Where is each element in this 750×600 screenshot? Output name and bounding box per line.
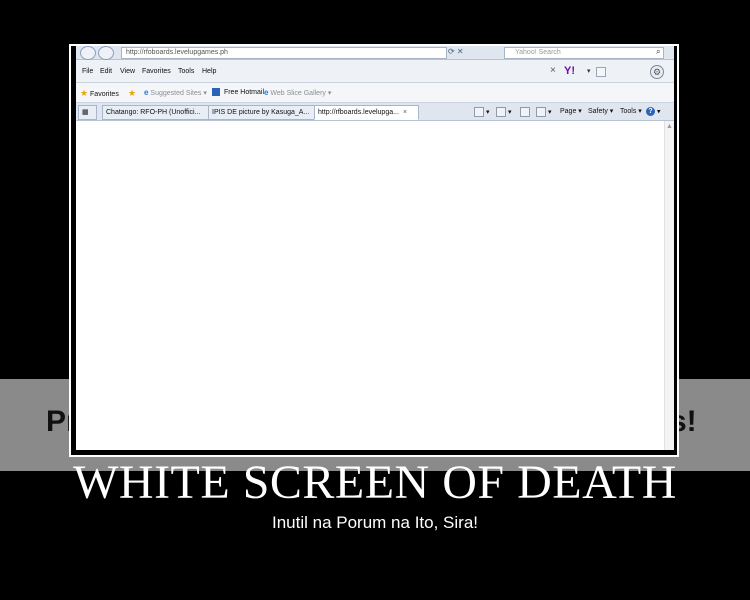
forward-button[interactable] bbox=[98, 46, 114, 60]
tab-ipis[interactable]: IPIS DE picture by Kasuga_A... bbox=[208, 105, 315, 120]
chevron-down-icon[interactable]: ▾ bbox=[587, 67, 591, 75]
menu-file[interactable]: File bbox=[82, 68, 93, 75]
menu-bar: File Edit View Favorites Tools Help × Y!… bbox=[76, 60, 674, 83]
back-button[interactable] bbox=[80, 46, 96, 60]
scroll-up-icon[interactable]: ▲ bbox=[666, 123, 673, 130]
address-bar-row: http://rfoboards.levelupgames.ph ⟳ ✕ Yah… bbox=[76, 46, 674, 60]
search-icon[interactable]: ⌕ bbox=[656, 47, 660, 57]
favorites-bar: ★ Favorites ★ e Suggested Sites ▾ Free H… bbox=[76, 83, 674, 103]
menu-tools[interactable]: Tools bbox=[178, 68, 194, 75]
vertical-scrollbar[interactable]: ▲ bbox=[664, 121, 674, 450]
search-input[interactable]: Yahoo! Search bbox=[504, 47, 664, 59]
web-slice-gallery-link[interactable]: e Web Slice Gallery ▾ bbox=[264, 88, 331, 97]
ie-icon: e bbox=[264, 88, 269, 97]
suggested-sites-link[interactable]: e Suggested Sites ▾ bbox=[144, 88, 207, 97]
close-toolbar-icon[interactable]: × bbox=[550, 65, 556, 76]
toolbar-options-icon[interactable] bbox=[596, 67, 606, 77]
free-hotmail-label: Free Hotmail bbox=[223, 88, 265, 96]
help-icon[interactable]: ? ▾ bbox=[646, 107, 660, 116]
address-field[interactable]: http://rfoboards.levelupgames.ph bbox=[121, 47, 447, 59]
refresh-stop-icons[interactable]: ⟳ ✕ bbox=[448, 47, 464, 56]
page-menu[interactable]: Page ▾ bbox=[560, 107, 582, 115]
poster-subtitle: Inutil na Porum na Ito, Sira! bbox=[272, 513, 478, 532]
star-icon: ★ bbox=[80, 88, 89, 98]
free-hotmail-link[interactable]: Free Hotmail bbox=[212, 88, 264, 96]
suggested-sites-label: Suggested Sites bbox=[150, 90, 202, 97]
ie-icon: e bbox=[144, 88, 149, 97]
poster-title: WHITE SCREEN OF DEATH bbox=[73, 456, 677, 509]
mail-icon[interactable] bbox=[520, 107, 530, 117]
menu-help[interactable]: Help bbox=[202, 68, 216, 75]
tab-rfboards-label: http://rfboards.levelupga... bbox=[318, 109, 399, 116]
favorites-button[interactable]: ★ Favorites bbox=[80, 88, 119, 99]
tab-bar: ▦ Chatango: RFO-PH (Unoffici... IPIS DE … bbox=[76, 103, 674, 121]
print-icon[interactable]: ▾ bbox=[536, 107, 551, 117]
home-icon[interactable]: ▾ bbox=[474, 107, 489, 117]
tab-ipis-label: IPIS DE picture by Kasuga_A... bbox=[212, 109, 310, 116]
add-favorite-icon[interactable]: ★ bbox=[128, 88, 136, 99]
tab-rfboards[interactable]: http://rfboards.levelupga... × bbox=[314, 105, 419, 120]
quick-tabs-button[interactable]: ▦ bbox=[78, 105, 97, 120]
web-slice-gallery-label: Web Slice Gallery bbox=[270, 90, 326, 97]
close-tab-icon[interactable]: × bbox=[403, 109, 407, 116]
gear-icon[interactable]: ⚙ bbox=[650, 65, 664, 79]
tab-chatango[interactable]: Chatango: RFO-PH (Unoffici... bbox=[102, 105, 209, 120]
browser-window: http://rfoboards.levelupgames.ph ⟳ ✕ Yah… bbox=[76, 46, 674, 450]
yahoo-logo[interactable]: Y! bbox=[564, 65, 575, 77]
menu-edit[interactable]: Edit bbox=[100, 68, 112, 75]
safety-menu[interactable]: Safety ▾ bbox=[588, 107, 613, 115]
menu-view[interactable]: View bbox=[120, 68, 135, 75]
tools-menu[interactable]: Tools ▾ bbox=[620, 107, 642, 115]
tab-chatango-label: Chatango: RFO-PH (Unoffici... bbox=[106, 109, 201, 116]
favorites-label: Favorites bbox=[90, 91, 119, 98]
poster-frame: http://rfoboards.levelupgames.ph ⟳ ✕ Yah… bbox=[69, 44, 679, 457]
feeds-icon[interactable]: ▾ bbox=[496, 107, 511, 117]
menu-favorites[interactable]: Favorites bbox=[142, 68, 171, 75]
blank-page-content[interactable] bbox=[76, 121, 664, 450]
hotmail-icon bbox=[212, 88, 220, 96]
